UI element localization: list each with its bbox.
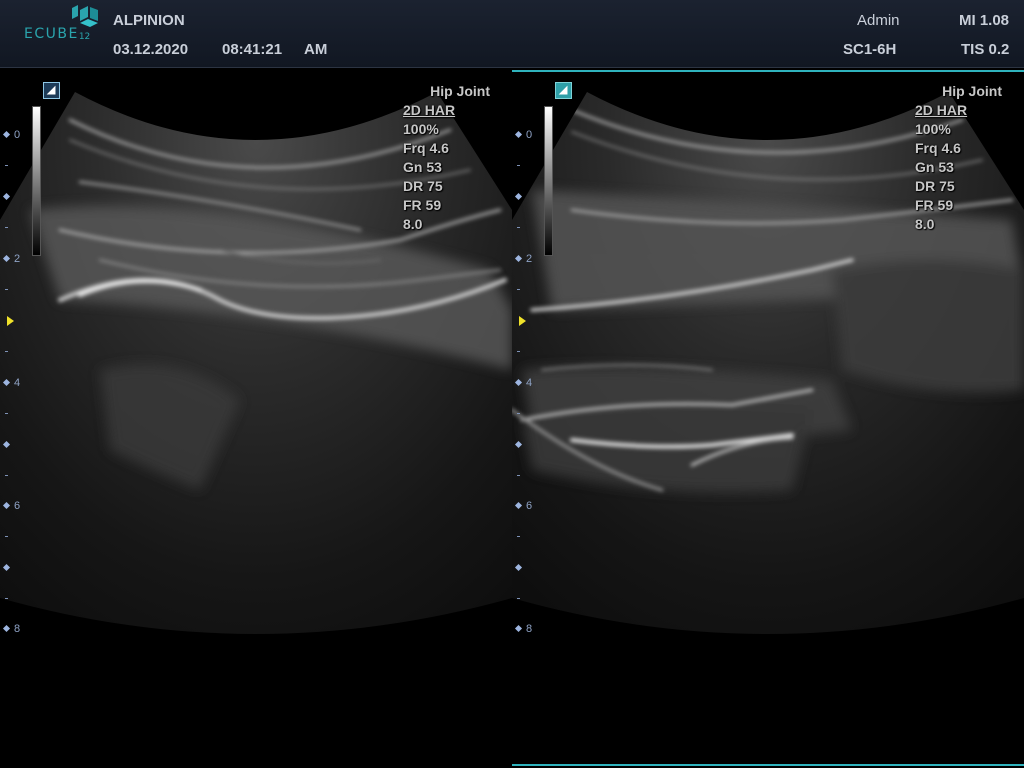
frequency-value: Frq 4.6 [403,140,449,156]
dynamic-range-value: DR 75 [403,178,443,194]
depth-mark: 0 [512,128,542,142]
depth-tick [0,159,30,173]
imaging-mode: 2D HAR [915,102,968,118]
active-panel-indicator [512,764,1024,766]
depth-mark: 6 [512,499,542,513]
exam-time: 08:41:21 [222,41,283,58]
focus-marker-icon[interactable] [7,316,14,326]
depth-tick [0,592,30,606]
mechanical-index: MI 1.08 [959,12,1010,29]
focus-marker-icon[interactable] [519,316,526,326]
depth-mark: 6 [0,499,30,513]
depth-tick [512,469,542,483]
depth-mark [512,438,542,452]
depth-tick [512,345,542,359]
depth-tick [0,221,30,235]
probe-orientation-icon [555,82,572,99]
imaging-parameters: Hip Joint 2D HAR 100% Frq 4.6 Gn 53 DR 7… [902,82,1020,234]
gain-value: Gn 53 [915,159,954,175]
depth-mark [0,438,30,452]
depth-tick [512,407,542,421]
depth-tick [0,469,30,483]
depth-tick [512,592,542,606]
depth-mark: 4 [512,376,542,390]
power-value: 100% [403,121,439,137]
exam-ampm: AM [304,41,328,58]
image-panel-right[interactable]: 0 2 4 6 8 Hip Joint 2D HAR 100% Frq 4.6 … [512,70,1024,768]
logo-wordmark: ECUBE12 [24,26,91,42]
header-bar: ECUBE12 ALPINION 03.12.2020 08:41:21 AM … [0,0,1024,68]
exam-date: 03.12.2020 [113,41,189,58]
frame-rate-value: FR 59 [403,197,442,213]
depth-mark: 8 [0,622,30,636]
depth-mark: 4 [0,376,30,390]
ultrasound-screen: ECUBE12 ALPINION 03.12.2020 08:41:21 AM … [0,0,1024,768]
depth-mark: 2 [512,252,542,266]
grayscale-bar [544,106,553,256]
depth-tick [0,530,30,544]
frame-rate-value: FR 59 [915,197,954,213]
depth-value: 8.0 [915,216,935,232]
depth-mark [512,561,542,575]
frequency-value: Frq 4.6 [915,140,961,156]
depth-tick [512,283,542,297]
depth-mark [512,190,542,204]
depth-value: 8.0 [403,216,423,232]
grayscale-bar [32,106,41,256]
brand-name: ALPINION [113,12,185,29]
depth-tick [512,159,542,173]
depth-mark: 2 [0,252,30,266]
depth-mark: 8 [512,622,542,636]
gain-value: Gn 53 [403,159,442,175]
depth-tick [0,407,30,421]
preset-name: Hip Joint [942,83,1002,99]
depth-mark [0,190,30,204]
probe-orientation-icon [43,82,60,99]
dynamic-range-value: DR 75 [915,178,955,194]
preset-name: Hip Joint [430,83,490,99]
depth-mark: 0 [0,128,30,142]
depth-tick [512,530,542,544]
power-value: 100% [915,121,951,137]
image-panel-left[interactable]: 0 2 4 6 8 Hip Joint 2D HAR 100% Frq 4.6 … [0,70,512,768]
depth-mark [0,561,30,575]
depth-tick [0,345,30,359]
imaging-mode: 2D HAR [403,102,456,118]
depth-tick [0,283,30,297]
thermal-index: TIS 0.2 [961,41,1010,58]
depth-tick [512,221,542,235]
probe-name: SC1-6H [843,41,897,58]
user-name: Admin [857,12,900,29]
imaging-parameters: Hip Joint 2D HAR 100% Frq 4.6 Gn 53 DR 7… [390,82,508,234]
